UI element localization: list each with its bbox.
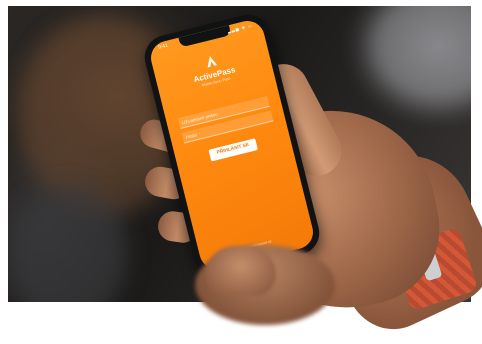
- username-placeholder: Uživatelské jméno: [181, 111, 219, 126]
- second-hand-thumb: [206, 246, 276, 296]
- password-placeholder: Heslo: [185, 132, 198, 140]
- phone-notch: [178, 25, 232, 48]
- status-time: 9:41: [157, 42, 169, 51]
- background-light: [368, 6, 471, 106]
- status-icons: ▂▃▅ ◉ ▭: [226, 22, 254, 34]
- activepass-logo-icon: [207, 56, 218, 68]
- login-button[interactable]: PŘIHLÁSIT SE: [208, 138, 258, 162]
